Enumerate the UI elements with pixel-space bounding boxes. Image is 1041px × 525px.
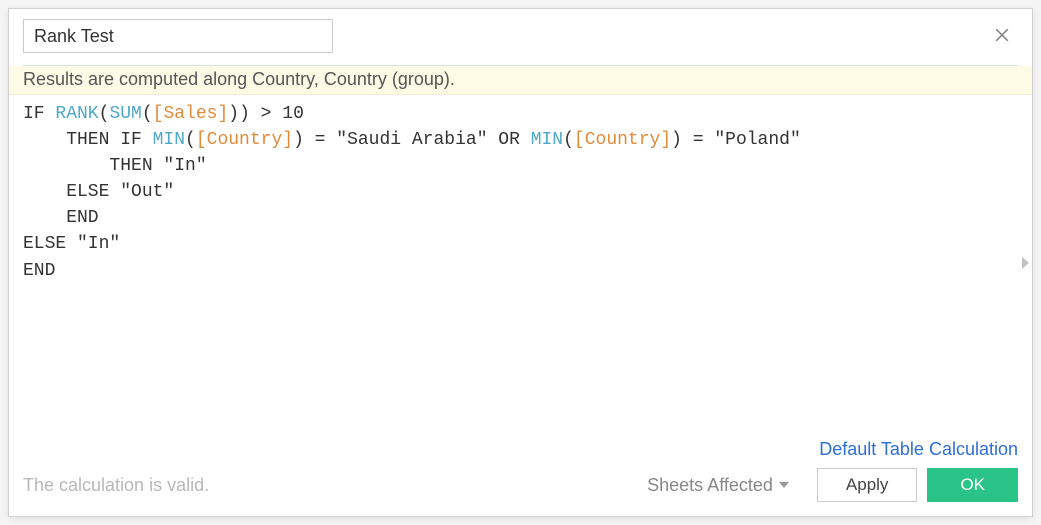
- default-table-calculation-link[interactable]: Default Table Calculation: [819, 439, 1018, 460]
- close-icon: [992, 25, 1012, 45]
- formula-editor[interactable]: IF RANK(SUM([Sales])) > 10 THEN IF MIN([…: [9, 95, 1032, 433]
- calculation-name-input[interactable]: [23, 19, 333, 53]
- computed-along-message: Results are computed along Country, Coun…: [9, 66, 1032, 95]
- validation-status: The calculation is valid.: [23, 475, 209, 496]
- chevron-right-icon: [1020, 256, 1030, 270]
- bottom-row: The calculation is valid. Sheets Affecte…: [23, 468, 1018, 502]
- close-button[interactable]: [988, 21, 1016, 49]
- dialog-header: [9, 9, 1032, 53]
- chevron-down-icon: [779, 482, 789, 488]
- ok-button[interactable]: OK: [927, 468, 1018, 502]
- sheets-affected-label: Sheets Affected: [647, 475, 773, 496]
- code-text: IF RANK(SUM([Sales])) > 10 THEN IF MIN([…: [23, 104, 801, 281]
- link-row: Default Table Calculation: [23, 439, 1018, 460]
- apply-button[interactable]: Apply: [817, 468, 918, 502]
- dialog-footer: Default Table Calculation The calculatio…: [9, 433, 1032, 516]
- expand-panel-button[interactable]: [1018, 253, 1032, 273]
- sheets-affected-dropdown[interactable]: Sheets Affected: [647, 475, 789, 496]
- calculation-editor-dialog: Results are computed along Country, Coun…: [8, 8, 1033, 517]
